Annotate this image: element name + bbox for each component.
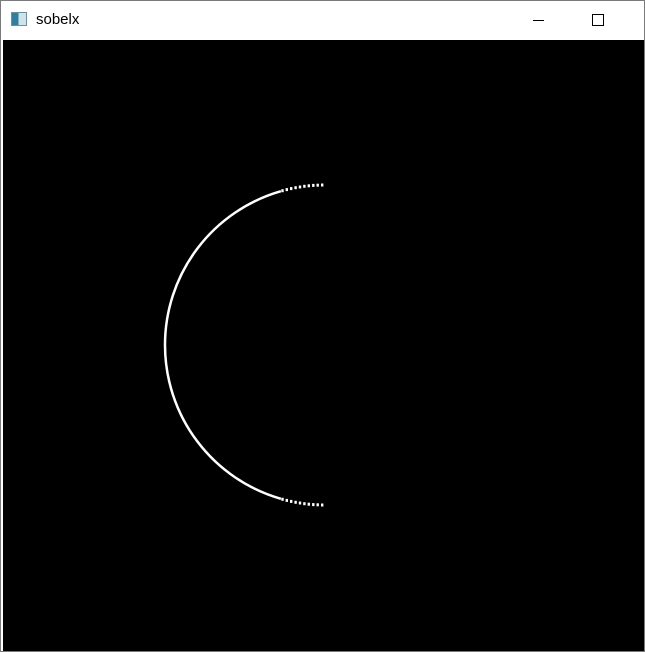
app-window-icon[interactable] [11, 12, 27, 26]
edge-dot [312, 503, 315, 507]
title-bar[interactable]: sobelx [1, 1, 644, 39]
edge-dot [294, 500, 297, 504]
edge-dot [285, 498, 288, 502]
edge-dot [312, 183, 315, 187]
maximize-button[interactable] [575, 1, 621, 39]
edge-dot [303, 502, 306, 506]
edge-dot [321, 503, 324, 507]
sobelx-image [163, 183, 324, 507]
edge-dot [316, 503, 319, 507]
edge-dot [281, 497, 284, 501]
edge-dot [285, 188, 288, 192]
edge-dot [298, 501, 302, 505]
edge-dot [307, 184, 310, 188]
edge-dot [281, 189, 284, 193]
edge-arc [163, 189, 282, 501]
edge-dot [321, 183, 324, 187]
edge-dot [294, 186, 297, 190]
minimize-icon [532, 19, 544, 21]
edge-dot [303, 184, 306, 188]
minimize-button[interactable] [515, 1, 561, 39]
edge-dot [316, 183, 319, 187]
edge-dot [290, 187, 293, 191]
edge-dot [290, 499, 293, 503]
image-canvas [3, 40, 644, 651]
edge-dot [298, 185, 302, 189]
app-window: sobelx [0, 0, 645, 652]
window-title: sobelx [36, 11, 80, 28]
maximize-icon [592, 14, 604, 26]
edge-dot [307, 502, 310, 506]
